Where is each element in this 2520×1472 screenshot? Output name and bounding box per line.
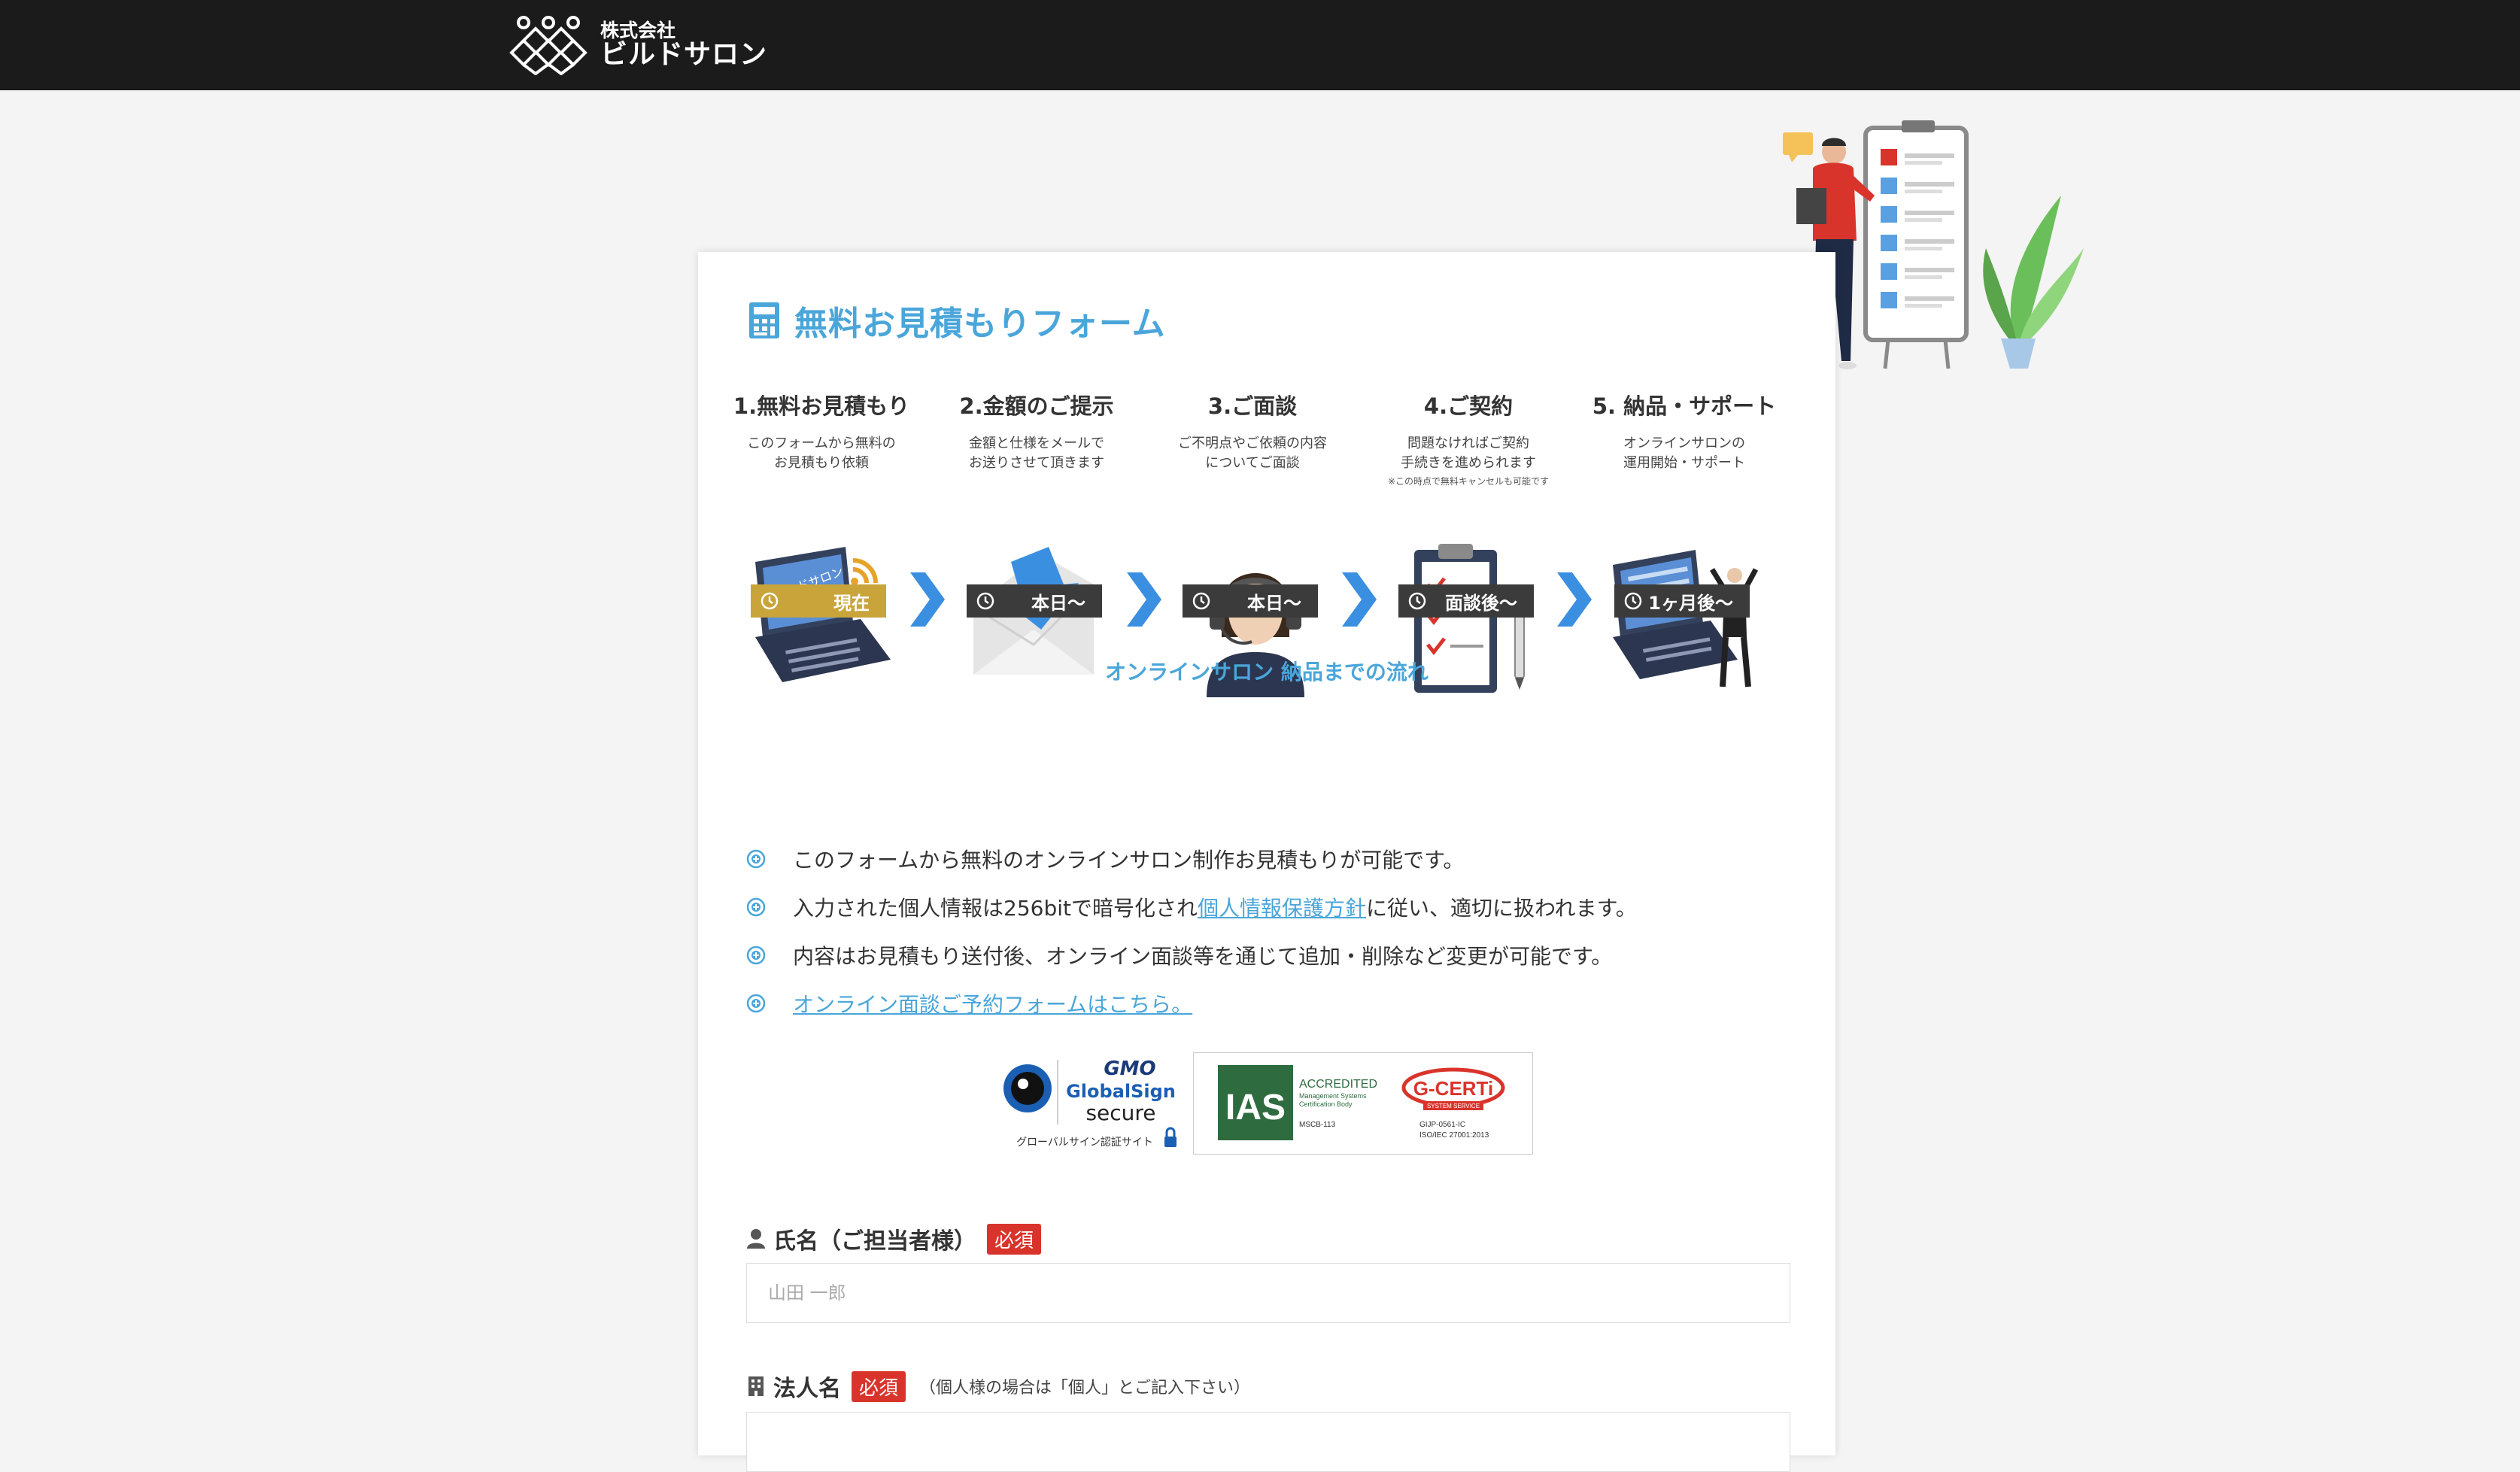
ias-sub1-text: Management Systems [1299,1092,1367,1100]
step-4-timing-badge: 面談後〜 [1398,584,1534,618]
clock-icon [1192,592,1210,610]
security-seals: GMO GlobalSign secure グローバルサイン認証サイト IAS … [1000,1052,1535,1158]
form-title: 無料お見積もりフォーム [749,294,1166,347]
diamond-lattice-logo-icon [509,16,587,75]
note-text-after: に従い、適切に扱われます。 [1366,896,1637,921]
gmo-caption-text: グローバルサイン認証サイト [1016,1137,1153,1149]
circle-plus-icon [746,849,766,869]
note-text-before: 入力された個人情報は256bitで暗号化され [793,896,1198,921]
step-3-timing-badge: 本日〜 [1183,584,1318,618]
name-input[interactable] [746,1263,1790,1323]
step-5-timing-badge: 1ヶ月後〜 [1614,584,1750,618]
logo-company-name: ビルドサロン [600,39,768,71]
calculator-icon [749,302,779,338]
note-item: このフォームから無料のオンラインサロン制作お見積もりが可能です。 [746,835,1799,883]
user-icon [747,1229,765,1249]
ias-code-text: MSCB-113 [1299,1121,1336,1129]
clock-icon [1408,592,1426,610]
step-1-timing-badge: 現在 [751,584,886,618]
circle-plus-icon [746,994,766,1013]
badge-label: 現在 [833,592,870,614]
step-description: 金額と仕様をメールで お送りさせて頂きます [969,436,1104,472]
clock-icon [1624,592,1642,610]
circle-plus-icon [746,897,766,917]
badge-label: 本日〜 [1031,592,1085,614]
name-label-text: 氏名（ご担当者様） [773,1228,976,1255]
top-header-bar: 株式会社 ビルドサロン [0,0,2520,90]
company-input[interactable] [746,1412,1790,1472]
gcert-logo-text: G-CERTi [1413,1077,1493,1100]
required-badge: 必須 [852,1370,906,1402]
step-arrow-icon [1342,572,1377,627]
company-label-text: 法人名 [773,1376,841,1402]
step-title: 3.ご面談 [1207,393,1298,419]
company-hint-text: （個人様の場合は「個人」とご記入下さい） [919,1379,1251,1398]
note-item: 内容はお見積もり送付後、オンライン面談等を通じて追加・削除など変更が可能です。 [746,931,1799,979]
ias-accredited-text: ACCREDITED [1299,1078,1377,1091]
form-notes-list: このフォームから無料のオンラインサロン制作お見積もりが可能です。 入力された個人… [746,835,1799,1027]
building-icon [748,1376,764,1396]
iso-certification-seal: IAS ACCREDITED Management Systems Certif… [1218,1065,1505,1140]
gcert-code1-text: GIJP-0561-IC [1419,1121,1465,1129]
step-arrow-icon [910,572,945,627]
note-text: このフォームから無料のオンラインサロン制作お見積もりが可能です。 [793,848,1465,873]
badge-label: 面談後〜 [1445,592,1517,614]
step-title: 2.金額のご提示 [959,393,1114,419]
step-title: 1.無料お見積もり [733,393,910,419]
step-title: 4.ご契約 [1423,393,1514,419]
step-description: オンラインサロンの 運用開始・サポート [1623,436,1745,472]
note-text: 入力された個人情報は256bitで暗号化され個人情報保護方針に従い、適切に扱われ… [793,892,1637,922]
circle-plus-icon [746,945,766,965]
online-meeting-booking-link[interactable]: オンライン面談ご予約フォームはこちら。 [793,988,1192,1018]
step-description: 問題なければご契約 手続きを進められます [1401,436,1536,472]
note-item: オンライン面談ご予約フォームはこちら。 [746,979,1799,1027]
flow-caption: オンラインサロン 納品までの流れ [1105,660,1429,684]
step-description: このフォームから無料の お見積もり依頼 [747,436,896,472]
step-title: 5. 納品・サポート [1592,393,1777,419]
badge-label: 1ヶ月後〜 [1648,592,1733,614]
gmo-secure-text: secure [1085,1100,1155,1125]
step-arrow-icon [1557,572,1592,627]
ias-logo-text: IAS [1225,1088,1286,1128]
gcert-code2-text: ISO/IEC 27001:2013 [1419,1131,1489,1140]
step-2-timing-badge: 本日〜 [967,584,1102,618]
company-field-label: 法人名 必須 （個人様の場合は「個人」とご記入下さい） [746,1370,1250,1403]
company-logo[interactable]: 株式会社 ビルドサロン [509,14,767,77]
gmo-brand-text: GMO [1104,1058,1155,1080]
step-description: ご不明点やご依頼の内容 についてご面談 [1178,436,1327,472]
ias-gcert-seal[interactable]: IAS ACCREDITED Management Systems Certif… [1193,1052,1533,1155]
note-item: 入力された個人情報は256bitで暗号化され個人情報保護方針に従い、適切に扱われ… [746,883,1799,931]
globalsign-secure-seal[interactable]: GMO GlobalSign secure グローバルサイン認証サイト [1000,1052,1189,1158]
step-arrow-icon [1127,572,1161,627]
required-badge: 必須 [987,1223,1042,1255]
step-note: ※この時点で無料キャンセルも可能です [1387,476,1550,487]
note-text: 内容はお見積もり送付後、オンライン面談等を通じて追加・削除など変更が可能です。 [793,944,1613,969]
clock-icon [976,592,994,610]
logo-company-prefix: 株式会社 [600,19,676,41]
gmo-name-text: GlobalSign [1066,1081,1176,1102]
name-field-label: 氏名（ご担当者様） 必須 [746,1222,1042,1255]
badge-label: 本日〜 [1247,592,1301,614]
privacy-policy-link[interactable]: 個人情報保護方針 [1198,896,1366,921]
ias-sub2-text: Certification Body [1299,1100,1353,1108]
form-title-text: 無料お見積もりフォーム [794,305,1166,343]
estimate-form-card: 無料お見積もりフォーム 1.無料お見積もり このフォームから無料の お見積もり依… [698,252,1835,1472]
clock-icon [761,592,779,610]
gcert-sub-text: SYSTEM SERVICE [1427,1103,1480,1109]
